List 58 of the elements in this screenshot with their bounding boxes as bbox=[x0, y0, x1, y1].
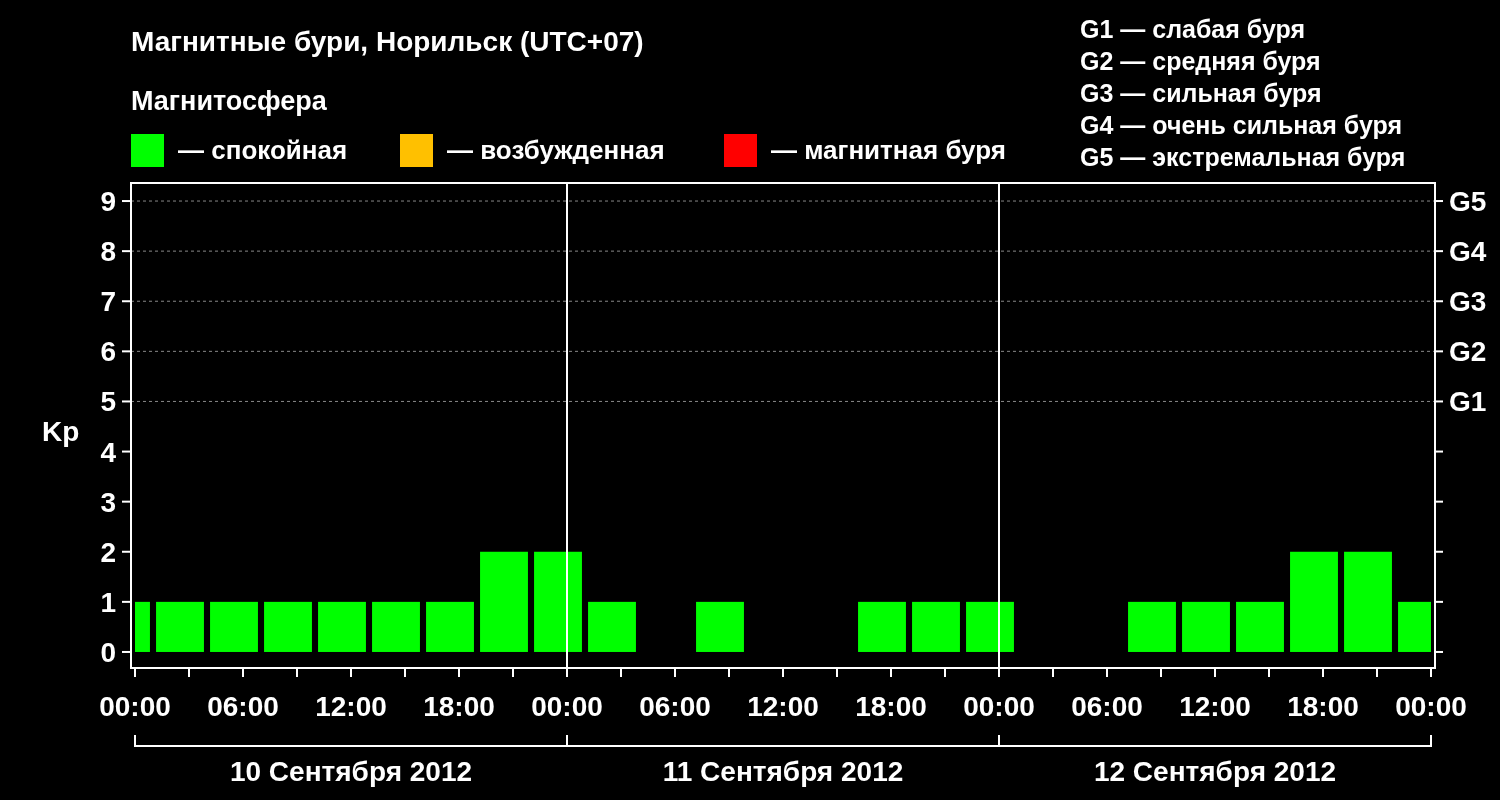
axis-tick-label: 12:00 bbox=[747, 691, 819, 722]
bar bbox=[426, 601, 474, 652]
legend-heading: Магнитосфера bbox=[131, 86, 327, 116]
bar bbox=[135, 601, 150, 652]
axis-tick-label: G1 bbox=[1449, 386, 1487, 418]
bar bbox=[1182, 601, 1230, 652]
date-label: 10 Сентября 2012 bbox=[229, 756, 473, 787]
bar bbox=[1398, 601, 1431, 652]
bar bbox=[318, 601, 366, 652]
axis-tick-label: 12:00 bbox=[315, 691, 387, 722]
axis-tick-label: 00:00 bbox=[531, 691, 603, 722]
axis-tick-label: G2 bbox=[1449, 336, 1487, 368]
date-label: 11 Сентября 2012 bbox=[662, 756, 904, 787]
axis-title: Kp bbox=[42, 416, 80, 447]
axis-tick-label: G5 bbox=[1449, 186, 1487, 218]
storm-scale-label: G2 — средняя буря bbox=[1080, 47, 1321, 75]
bar bbox=[912, 601, 960, 652]
axis-tick-label: 8 bbox=[100, 236, 116, 268]
bar bbox=[588, 601, 636, 652]
bar bbox=[858, 601, 906, 652]
chart-title: Магнитные бури, Норильск (UTC+07) bbox=[131, 26, 644, 57]
axis-tick-label: 0 bbox=[100, 636, 116, 668]
date-label: 12 Сентября 2012 bbox=[1093, 756, 1337, 787]
axis-tick-label: 7 bbox=[100, 286, 116, 318]
bar bbox=[966, 601, 1014, 652]
bar bbox=[696, 601, 744, 652]
axis-tick-label: 9 bbox=[100, 186, 116, 218]
bar bbox=[156, 601, 204, 652]
legend-label: — возбужденная bbox=[447, 135, 665, 165]
storm-scale-label: G1 — слабая буря bbox=[1080, 15, 1306, 43]
bar bbox=[372, 601, 420, 652]
legend-label: — спокойная bbox=[178, 135, 348, 165]
axis-tick-label: 06:00 bbox=[1071, 691, 1143, 722]
axis-tick-label: 12:00 bbox=[1179, 691, 1251, 722]
bar bbox=[210, 601, 258, 652]
axis-tick-label: 4 bbox=[100, 436, 116, 468]
axis-tick-label: 2 bbox=[100, 536, 116, 568]
storm-scale-label: G4 — очень сильная буря bbox=[1080, 111, 1402, 139]
axis-tick-label: G3 bbox=[1449, 286, 1487, 318]
bar bbox=[1236, 601, 1284, 652]
axis-tick-label: 18:00 bbox=[1287, 691, 1359, 722]
axis-tick-label: 00:00 bbox=[963, 691, 1035, 722]
axis-tick-label: 3 bbox=[100, 486, 116, 518]
axis-tick-label: G4 bbox=[1449, 236, 1487, 268]
bar bbox=[1128, 601, 1176, 652]
axis-tick-label: 06:00 bbox=[639, 691, 711, 722]
axis-tick-label: 6 bbox=[100, 336, 116, 368]
legend-label: — магнитная буря bbox=[771, 135, 1006, 165]
axis-tick-label: 18:00 bbox=[423, 691, 495, 722]
axis-tick-label: 00:00 bbox=[99, 691, 171, 722]
bar bbox=[264, 601, 312, 652]
storm-scale-label: G3 — сильная буря bbox=[1080, 79, 1322, 107]
axis-tick-label: 18:00 bbox=[855, 691, 927, 722]
storm-scale-label: G5 — экстремальная буря bbox=[1080, 143, 1406, 171]
axis-tick-label: 00:00 bbox=[1395, 691, 1467, 722]
axis-tick-label: 06:00 bbox=[207, 691, 279, 722]
axis-tick-label: 5 bbox=[100, 386, 116, 418]
axis-tick-label: 1 bbox=[100, 586, 116, 618]
